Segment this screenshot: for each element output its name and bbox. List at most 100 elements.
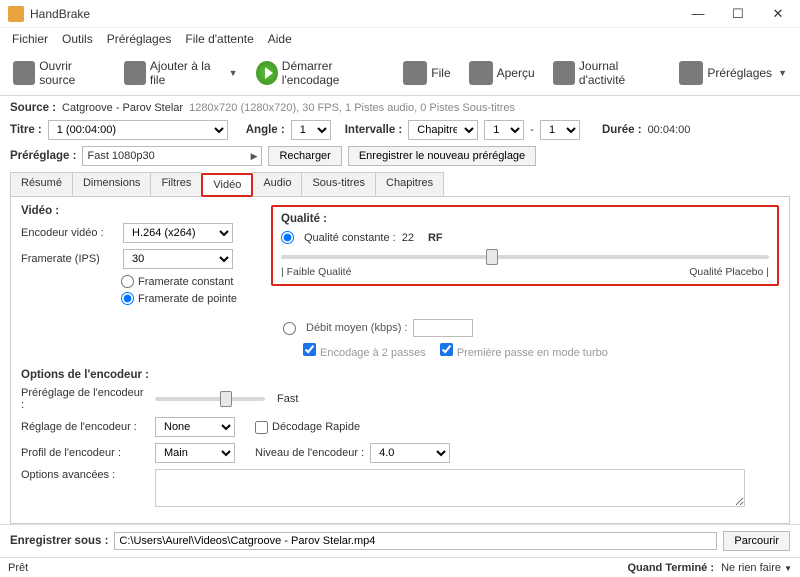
encoder-label: Encodeur vidéo : — [21, 227, 117, 239]
bitrate-input[interactable] — [413, 319, 473, 337]
enc-preset-value: Fast — [277, 393, 298, 405]
interval-label: Intervalle : — [345, 124, 403, 136]
constant-quality-radio[interactable] — [281, 231, 294, 244]
output-row: Enregistrer sous : Parcourir — [0, 524, 800, 557]
titlebar: HandBrake — ☐ ✕ — [0, 0, 800, 28]
preview-button[interactable]: Aperçu — [462, 56, 542, 90]
fast-decode-checkbox[interactable] — [255, 421, 268, 434]
cq-label: Qualité constante : — [304, 232, 396, 244]
quality-high-label: Qualité Placebo | — [689, 266, 769, 278]
add-to-queue-button[interactable]: Ajouter à la file▼ — [117, 54, 245, 92]
pfr-radio-row[interactable]: Framerate de pointe — [121, 292, 261, 305]
menu-fichier[interactable]: Fichier — [6, 30, 54, 48]
enc-profile-label: Profil de l'encodeur : — [21, 447, 149, 459]
angle-label: Angle : — [246, 124, 285, 136]
duration-value: 00:04:00 — [648, 124, 691, 136]
preview-icon — [469, 61, 493, 85]
source-name: Catgroove - Parov Stelar — [62, 102, 183, 114]
film-icon — [13, 61, 35, 85]
encoder-select[interactable]: H.264 (x264) — [123, 223, 233, 243]
presets-icon — [679, 61, 703, 85]
preset-label: Préréglage : — [10, 150, 76, 162]
range-sep: - — [530, 124, 534, 136]
encoder-tune-select[interactable]: None — [155, 417, 235, 437]
turbo-first-pass-checkbox[interactable] — [440, 343, 453, 356]
queue-button[interactable]: File — [396, 56, 457, 90]
log-icon — [553, 61, 575, 85]
tab-chapitres[interactable]: Chapitres — [375, 172, 444, 196]
duration-label: Durée : — [602, 124, 642, 136]
activity-log-button[interactable]: Journal d'activité — [546, 54, 669, 92]
quality-header: Qualité : — [281, 213, 769, 225]
menubar: Fichier Outils Préréglages File d'attent… — [0, 28, 800, 50]
chevron-down-icon: ▼ — [778, 68, 787, 78]
queue-icon — [403, 61, 427, 85]
angle-select[interactable]: 1 — [291, 120, 331, 140]
tab-filtres[interactable]: Filtres — [150, 172, 202, 196]
presets-button[interactable]: Préréglages▼ — [672, 56, 794, 90]
save-preset-button[interactable]: Enregistrer le nouveau préréglage — [348, 146, 536, 166]
maximize-button[interactable]: ☐ — [718, 1, 758, 27]
output-path-input[interactable] — [114, 532, 717, 550]
video-panel: Vidéo : Encodeur vidéo : H.264 (x264) Fr… — [10, 197, 790, 524]
tabs-bar: Résumé Dimensions Filtres Vidéo Audio So… — [10, 172, 790, 197]
tab-video[interactable]: Vidéo — [201, 173, 253, 197]
chevron-right-icon: ▶ — [251, 151, 258, 162]
pfr-radio[interactable] — [121, 292, 134, 305]
play-icon — [256, 61, 278, 85]
chevron-down-icon: ▼ — [784, 564, 792, 573]
open-source-button[interactable]: Ouvrir source — [6, 54, 113, 92]
cq-value: 22 — [402, 232, 414, 244]
fps-select[interactable]: 30 — [123, 249, 233, 269]
chapter-from-select[interactable]: 1 — [484, 120, 524, 140]
enc-preset-label: Préréglage de l'encodeur : — [21, 387, 149, 411]
reload-preset-button[interactable]: Recharger — [268, 146, 341, 166]
when-done-value[interactable]: Ne rien faire ▼ — [721, 562, 792, 574]
quality-slider[interactable] — [281, 255, 769, 259]
quality-box: Qualité : Qualité constante : 22 RF | Fa… — [271, 205, 779, 286]
close-button[interactable]: ✕ — [758, 1, 798, 27]
source-details: 1280x720 (1280x720), 30 FPS, 1 Pistes au… — [189, 102, 515, 114]
avg-bitrate-radio[interactable] — [283, 322, 296, 335]
advanced-opts-label: Options avancées : — [21, 469, 149, 481]
title-select[interactable]: 1 (00:04:00) — [48, 120, 228, 140]
minimize-button[interactable]: — — [678, 1, 718, 27]
start-encode-button[interactable]: Démarrer l'encodage — [249, 54, 393, 92]
encoder-opts-header: Options de l'encodeur : — [21, 369, 779, 381]
menu-outils[interactable]: Outils — [56, 30, 99, 48]
advanced-opts-input[interactable] — [155, 469, 745, 507]
preset-picker[interactable]: Fast 1080p30▶ — [82, 146, 262, 166]
source-row: Source : Catgroove - Parov Stelar 1280x7… — [10, 102, 790, 114]
cfr-radio-row[interactable]: Framerate constant — [121, 275, 261, 288]
tab-dimensions[interactable]: Dimensions — [72, 172, 151, 196]
encoder-level-select[interactable]: 4.0 — [370, 443, 450, 463]
fps-label: Framerate (IPS) — [21, 253, 117, 265]
when-done-label: Quand Terminé : — [627, 562, 714, 574]
browse-button[interactable]: Parcourir — [723, 531, 790, 551]
statusbar: Prêt Quand Terminé : Ne rien faire ▼ — [0, 557, 800, 577]
preset-row: Préréglage : Fast 1080p30▶ Recharger Enr… — [10, 146, 790, 166]
quality-low-label: | Faible Qualité — [281, 266, 351, 278]
title-row: Titre : 1 (00:04:00) Angle : 1 Intervall… — [10, 120, 790, 140]
cfr-radio[interactable] — [121, 275, 134, 288]
chapter-to-select[interactable]: 1 — [540, 120, 580, 140]
status-text: Prêt — [8, 562, 28, 574]
tab-soustitres[interactable]: Sous-titres — [301, 172, 376, 196]
bitrate-label: Débit moyen (kbps) : — [306, 322, 407, 334]
enc-tune-label: Réglage de l'encodeur : — [21, 421, 149, 433]
tab-audio[interactable]: Audio — [252, 172, 302, 196]
toolbar: Ouvrir source Ajouter à la file▼ Démarre… — [0, 50, 800, 96]
app-icon — [8, 6, 24, 22]
chevron-down-icon: ▼ — [229, 68, 238, 78]
encoder-preset-slider[interactable] — [155, 397, 265, 401]
interval-type-select[interactable]: Chapitres — [408, 120, 478, 140]
video-header: Vidéo : — [21, 205, 261, 217]
encoder-profile-select[interactable]: Main — [155, 443, 235, 463]
add-queue-icon — [124, 61, 146, 85]
cq-units: RF — [428, 232, 443, 244]
menu-file-dattente[interactable]: File d'attente — [179, 30, 259, 48]
two-pass-checkbox[interactable] — [303, 343, 316, 356]
menu-aide[interactable]: Aide — [262, 30, 298, 48]
tab-resume[interactable]: Résumé — [10, 172, 73, 196]
menu-prereglages[interactable]: Préréglages — [101, 30, 178, 48]
